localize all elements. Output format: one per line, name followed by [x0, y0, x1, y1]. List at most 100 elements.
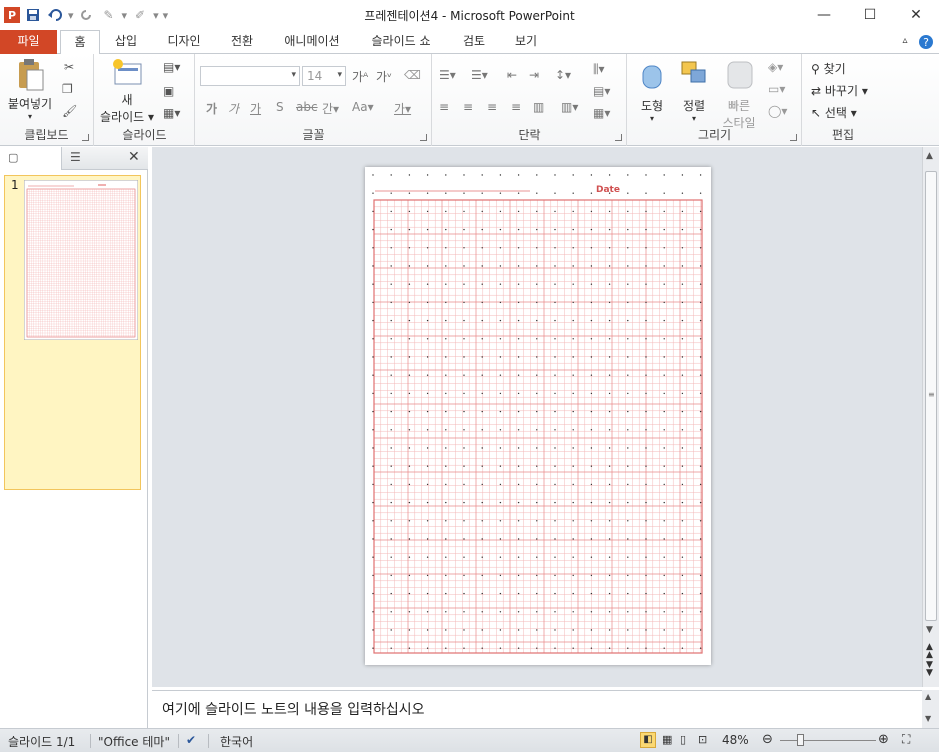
- find-button[interactable]: ⚲ 찾기: [811, 60, 846, 77]
- grow-font-icon[interactable]: 가ᴬ: [352, 68, 368, 85]
- slideshow-view-icon[interactable]: ⊡: [698, 733, 707, 746]
- zoom-level[interactable]: 48%: [722, 733, 749, 747]
- tab-file[interactable]: 파일: [0, 30, 57, 54]
- align-text-icon[interactable]: ▤▾: [593, 84, 610, 98]
- align-right-icon[interactable]: ≡: [487, 100, 497, 114]
- increase-indent-icon[interactable]: ⇥: [529, 68, 539, 82]
- align-center-icon[interactable]: ≡: [463, 100, 473, 114]
- slide-thumbnail: [24, 180, 138, 340]
- align-left-icon[interactable]: ≡: [439, 100, 449, 114]
- scroll-up-icon[interactable]: ▲: [926, 151, 933, 161]
- scroll-thumb[interactable]: ≡: [925, 171, 937, 621]
- new-slide-button[interactable]: 새 슬라이드 ▾: [97, 58, 157, 125]
- drawing-group-label: 그리기: [697, 128, 732, 142]
- clipboard-launcher-icon[interactable]: [82, 134, 89, 141]
- zoom-out-icon[interactable]: ⊖: [762, 732, 773, 747]
- tab-insert[interactable]: 삽입: [104, 30, 148, 54]
- font-name-combo[interactable]: ▾: [200, 66, 300, 86]
- numbering-icon[interactable]: ☰▾: [471, 68, 488, 82]
- maximize-button[interactable]: ☐: [847, 0, 893, 30]
- theme-name[interactable]: "Office 테마": [98, 733, 170, 750]
- spacing-icon[interactable]: 간▾: [322, 100, 339, 117]
- help-icon[interactable]: ?: [917, 30, 935, 54]
- shape-outline-icon[interactable]: ▭▾: [768, 82, 785, 96]
- outline-tab[interactable]: ☰: [64, 147, 122, 170]
- next-slide-icon[interactable]: ▼ ▼: [926, 661, 933, 678]
- slide-scrollbar[interactable]: ▲ ≡ ▼ ▲ ▲ ▼ ▼: [922, 147, 939, 687]
- italic-icon[interactable]: 가: [228, 100, 239, 117]
- font-size-combo[interactable]: 14 ▾: [302, 66, 346, 86]
- justify-icon[interactable]: ≡: [511, 100, 521, 114]
- layout-icon[interactable]: ▤▾: [163, 60, 180, 74]
- paragraph-launcher-icon[interactable]: [615, 134, 622, 141]
- close-button[interactable]: ✕: [893, 0, 939, 30]
- close-pane-icon[interactable]: ✕: [128, 149, 140, 165]
- arrange-dropdown-icon: ▾: [691, 114, 696, 123]
- slide-thumbnail-selected[interactable]: 1: [4, 175, 141, 490]
- bold-icon[interactable]: 가: [206, 100, 217, 117]
- slides-pane-tabs: ▢ ☰ ✕: [0, 147, 148, 170]
- tab-transitions[interactable]: 전환: [220, 30, 264, 54]
- language[interactable]: 한국어: [220, 733, 253, 750]
- bullets-icon[interactable]: ☰▾: [439, 68, 456, 82]
- clear-format-icon[interactable]: ⌫: [404, 68, 421, 82]
- slide-count[interactable]: 슬라이드 1/1: [8, 733, 75, 750]
- format-painter-icon[interactable]: 🖌: [62, 104, 77, 118]
- strikethrough-icon[interactable]: abc: [296, 100, 318, 114]
- columns-icon[interactable]: ▥▾: [561, 100, 578, 114]
- shapes-icon: [642, 65, 662, 89]
- reading-view-icon[interactable]: ▯: [680, 733, 686, 746]
- scroll-down-icon[interactable]: ▼: [926, 625, 933, 635]
- tab-review[interactable]: 검토: [452, 30, 496, 54]
- notes-scroll-down-icon[interactable]: ▼: [925, 714, 931, 723]
- quick-styles-button[interactable]: 빠른 스타일: [716, 58, 762, 131]
- tab-home[interactable]: 홈: [60, 30, 100, 55]
- tab-animations[interactable]: 애니메이션: [276, 30, 348, 54]
- notes-scrollbar[interactable]: ▲ ▼: [922, 690, 939, 728]
- font-color-icon[interactable]: 가▾: [394, 100, 411, 117]
- shape-effects-icon[interactable]: ◯▾: [768, 104, 787, 118]
- minimize-ribbon-icon[interactable]: ▵: [896, 30, 914, 54]
- tab-design[interactable]: 디자인: [158, 30, 210, 54]
- powerpoint-window: P ▾ ✎ ▾ ✐ ▾ ▾ 프레젠테이션4 - Microsoft PowerP…: [0, 0, 939, 752]
- slides-tab-icon: ▢: [8, 151, 19, 164]
- shadow-icon[interactable]: S: [276, 100, 284, 114]
- zoom-slider-thumb[interactable]: [797, 734, 804, 746]
- distributed-icon[interactable]: ▥: [533, 100, 544, 114]
- cut-icon[interactable]: ✂: [64, 60, 74, 74]
- reset-icon[interactable]: ▣: [163, 84, 174, 98]
- slide-canvas[interactable]: Date: [365, 167, 711, 665]
- shape-fill-icon[interactable]: ◈▾: [768, 60, 783, 74]
- shapes-button[interactable]: 도형 ▾: [632, 58, 672, 123]
- tab-slideshow[interactable]: 슬라이드 쇼: [362, 30, 440, 54]
- copy-icon[interactable]: ❐: [62, 82, 73, 96]
- select-button[interactable]: ↖ 선택 ▾: [811, 104, 857, 121]
- underline-icon[interactable]: 가: [250, 100, 261, 117]
- paste-button[interactable]: 붙여넣기 ▾: [4, 58, 56, 121]
- notes-pane[interactable]: 여기에 슬라이드 노트의 내용을 입력하십시오: [152, 690, 922, 728]
- normal-view-icon[interactable]: ◧: [640, 732, 656, 748]
- replace-button[interactable]: ⇄ 바꾸기 ▾: [811, 82, 868, 99]
- previous-slide-icon[interactable]: ▲ ▲: [926, 643, 933, 660]
- line-spacing-icon[interactable]: ↕▾: [555, 68, 571, 82]
- minimize-button[interactable]: —: [801, 0, 847, 30]
- font-launcher-icon[interactable]: [420, 134, 427, 141]
- tab-view[interactable]: 보기: [504, 30, 548, 54]
- drawing-launcher-icon[interactable]: [790, 134, 797, 141]
- shrink-font-icon[interactable]: 가ᵛ: [376, 68, 392, 85]
- decrease-indent-icon[interactable]: ⇤: [507, 68, 517, 82]
- zoom-slider[interactable]: [780, 740, 876, 741]
- notes-scroll-up-icon[interactable]: ▲: [925, 692, 931, 701]
- ribbon: 붙여넣기 ▾ ✂ ❐ 🖌 클립보드 새 슬라이드 ▾ ▤▾ ▣ ▦▾ 슬라이드 …: [0, 54, 939, 146]
- smartart-icon[interactable]: ▦▾: [593, 106, 610, 120]
- section-icon[interactable]: ▦▾: [163, 106, 180, 120]
- spellcheck-icon[interactable]: ✔: [186, 733, 196, 747]
- change-case-icon[interactable]: Aa▾: [352, 100, 374, 114]
- zoom-in-icon[interactable]: ⊕: [878, 732, 889, 747]
- fit-to-window-icon[interactable]: ⛶: [902, 732, 910, 747]
- arrange-button[interactable]: 정렬 ▾: [672, 58, 716, 123]
- arrange-icon: [681, 61, 706, 83]
- slides-tab[interactable]: ▢: [0, 147, 62, 170]
- text-direction-icon[interactable]: ⫼▾: [593, 62, 605, 77]
- slide-sorter-icon[interactable]: ▦: [662, 733, 672, 746]
